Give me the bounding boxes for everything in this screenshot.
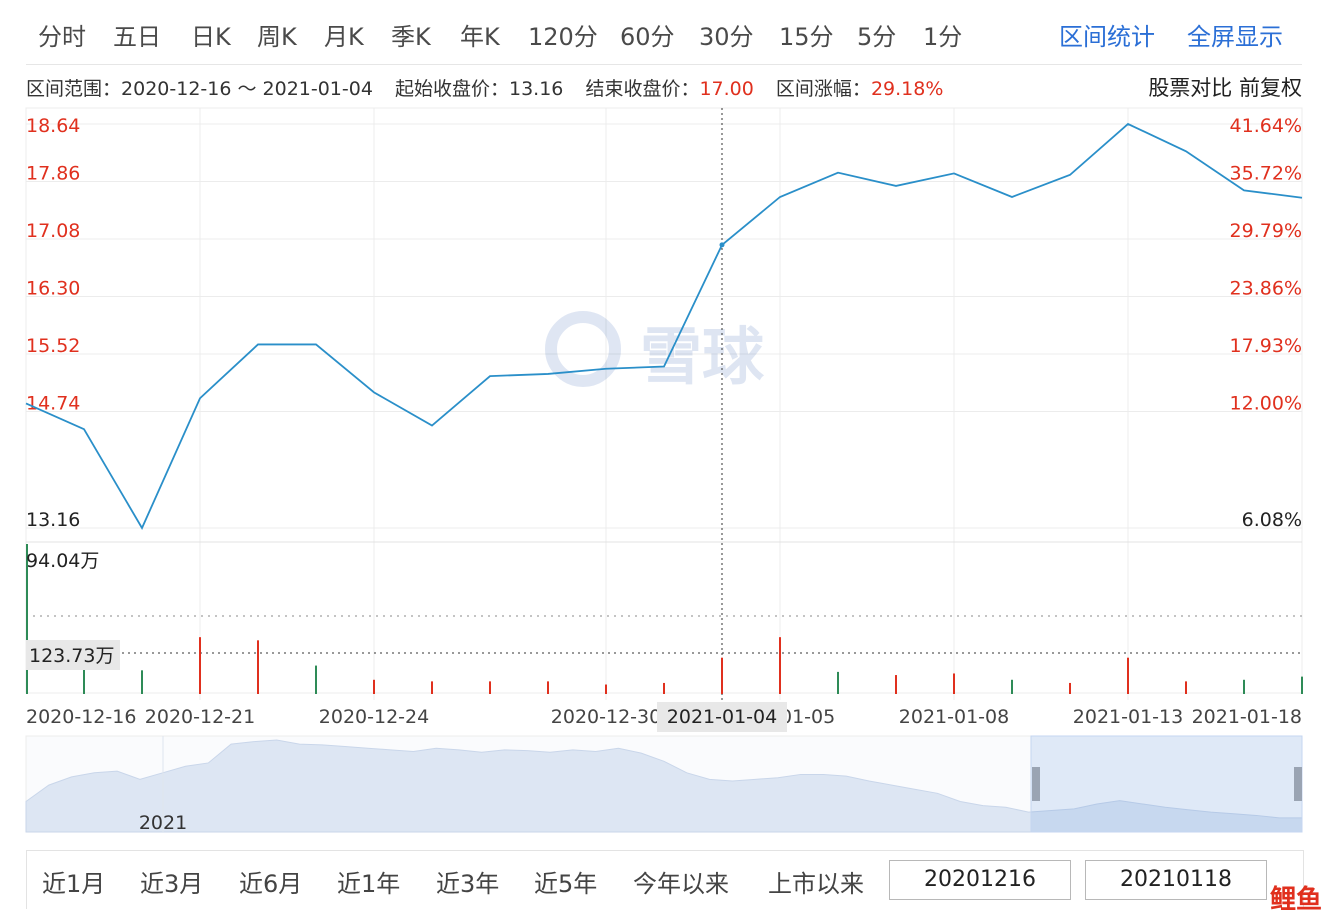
range-1m-button[interactable]: 近1月 [42,864,105,899]
volume-bar [663,682,665,694]
volume-bar [1069,682,1071,694]
range-1y-button[interactable]: 近1年 [337,864,400,899]
y2-axis-labels: 41.64% 35.72% 29.79% 23.86% 17.93% 12.00% 6.08… [1230,115,1302,531]
watermark-text: 雪球 [640,320,765,393]
x-tick-label: 2021-01-08 [899,706,1009,728]
y-tick-label: 14.74 [26,393,80,415]
volume-cursor-label: 123.73万 [29,645,114,667]
crosshair-date-label: 2021-01-04 [667,706,777,728]
price-chart[interactable]: 雪球 18.64 17.86 17.08 16.30 15.52 14.74 13.16 4… [0,0,1340,918]
x-tick-label: 2021-01-18 [1192,706,1302,728]
navigator-year-label: 2021 [139,812,187,834]
volume-bar [837,671,839,694]
navigator-right-handle[interactable] [1294,767,1302,801]
x-axis-labels: 2020-12-16 2020-12-21 2020-12-24 2020-12-30… [26,702,1302,732]
volume-bar [373,679,375,694]
y2-tick-label: 29.79% [1230,220,1302,242]
end-date-input[interactable] [1085,860,1267,900]
volume-bar [315,665,317,694]
y-tick-label: 18.64 [26,115,80,137]
volume-bar [199,637,201,694]
range-ytd-button[interactable]: 今年以来 [633,864,729,899]
volume-bar [141,670,143,694]
x-tick-label: 2020-12-24 [319,706,429,728]
volume-bar [547,681,549,694]
y2-tick-label: 12.00% [1230,393,1302,415]
y-axis-labels: 18.64 17.86 17.08 16.30 15.52 14.74 13.16 [26,115,80,531]
y-tick-label: 17.08 [26,220,80,242]
volume-bar [895,675,897,694]
y-tick-label: 13.16 [26,509,80,531]
x-tick-label: 2020-12-16 [26,706,136,728]
plot-border [25,107,1303,694]
brand-logo: 鲤鱼 [1269,885,1322,915]
y2-tick-label: 41.64% [1230,115,1302,137]
volume-bar [1185,681,1187,694]
volume-bar [1127,657,1129,694]
volume-max-label: 94.04万 [26,550,99,572]
y2-tick-label: 23.86% [1230,278,1302,300]
range-all-button[interactable]: 上市以来 [768,864,864,899]
y-tick-label: 16.30 [26,278,80,300]
y2-tick-label: 6.08% [1242,509,1302,531]
volume-bar [779,637,781,694]
range-navigator: 2021 [25,735,1303,834]
volume-bar [605,684,607,694]
range-5y-button[interactable]: 近5年 [534,864,597,899]
y-tick-label: 15.52 [26,335,80,357]
navigator-left-handle[interactable] [1032,767,1040,801]
x-tick-label: 2021-01-13 [1073,706,1183,728]
volume-bar [953,673,955,694]
volume-bar [721,657,723,694]
chart-grid [25,107,1303,700]
volume-bar [489,681,491,694]
volume-bar [1243,679,1245,694]
volume-bar [1301,676,1303,694]
range-3y-button[interactable]: 近3年 [436,864,499,899]
volume-bars: 94.04万 123.73万 [26,544,1303,694]
volume-bar [257,640,259,694]
y2-tick-label: 17.93% [1230,335,1302,357]
range-6m-button[interactable]: 近6月 [239,864,302,899]
x-tick-label: 2020-12-21 [145,706,255,728]
start-date-input[interactable] [889,860,1071,900]
y-tick-label: 17.86 [26,163,80,185]
y2-tick-label: 35.72% [1230,163,1302,185]
volume-bar [1011,679,1013,694]
range-3m-button[interactable]: 近3月 [140,864,203,899]
range-selector: 近1月 近3月 近6月 近1年 近3年 近5年 今年以来 上市以来 [26,850,1304,909]
navigator-selection [1030,735,1303,833]
crosshair-point [719,242,725,248]
watermark: 雪球 [545,311,765,393]
x-tick-label: 2020-12-30 [551,706,661,728]
volume-bar [431,681,433,694]
crosshair [26,108,1302,702]
